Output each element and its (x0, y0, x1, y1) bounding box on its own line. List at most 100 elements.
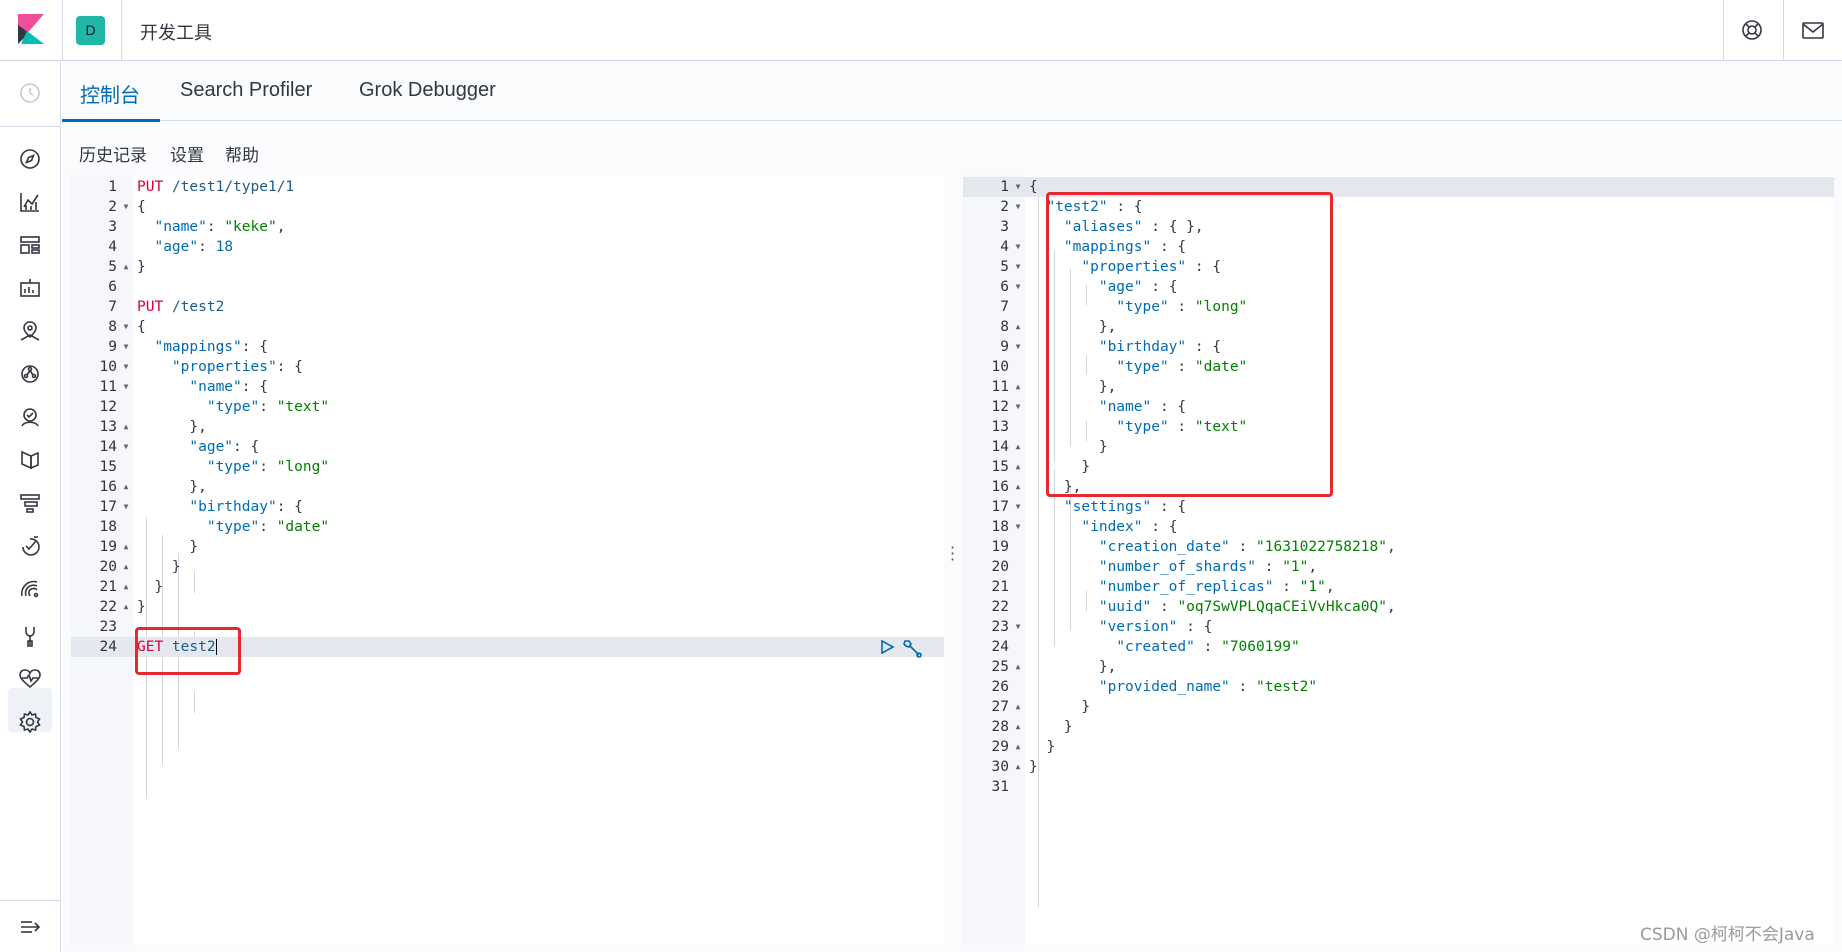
code-line: 17 ▼ "birthday": { (99, 499, 303, 515)
code-line: 9 ▼ "birthday" : { (1000, 339, 1222, 355)
ml-icon[interactable] (17, 361, 43, 387)
code-line: 24 "created" : "7060199" (991, 639, 1300, 655)
code-line: 10 ▼ "properties": { (99, 359, 303, 375)
code-line: 7 PUT /test2 (108, 299, 225, 315)
siem-icon[interactable] (17, 576, 43, 602)
code-line: 28 ▲ } (991, 719, 1073, 735)
code-line: 8 ▲ }, (1000, 319, 1117, 335)
code-line: 21 ▲ } (99, 579, 164, 595)
response-editor[interactable]: 1 ▼{ 2 ▼ "test2" : { 3 "aliases" : { }, 4 ▼… (963, 175, 1834, 945)
code-line: 3 "name": "keke", (108, 219, 286, 235)
code-line: 2 ▼{ (108, 199, 146, 215)
side-nav (0, 62, 61, 952)
code-line: 25 ▲ }, (991, 659, 1117, 675)
code-line: 6 ▼ "age" : { (1000, 279, 1178, 295)
code-line: 20 ▲ } (99, 559, 181, 575)
code-line: 31 (991, 779, 1009, 795)
devtools-tabs: 控制台 Search Profiler Grok Debugger (62, 62, 1842, 122)
space-avatar[interactable]: D (76, 16, 105, 45)
code-line: 16 ▲ }, (99, 479, 207, 495)
logs-icon[interactable] (17, 447, 43, 473)
code-line: 29 ▲ } (991, 739, 1056, 755)
code-line: 27 ▲ } (991, 699, 1091, 715)
code-line: 22 ▲} (99, 599, 146, 615)
apm-icon[interactable] (17, 490, 43, 516)
kibana-logo-icon[interactable] (18, 14, 44, 44)
code-line: 13 ▲ }, (99, 419, 207, 435)
mail-icon[interactable] (1801, 20, 1825, 42)
history-menu-item[interactable]: 历史记录 (79, 141, 147, 166)
metrics-icon[interactable] (17, 404, 43, 430)
code-line: 10 "type" : "date" (991, 359, 1248, 375)
code-line: 16 ▲ }, (991, 479, 1082, 495)
request-editor[interactable]: 1 PUT /test1/type1/1 2 ▼{ 3 "name": "keke"… (71, 175, 944, 945)
code-line: 4 ▼ "mappings" : { (1000, 239, 1187, 255)
code-line: 11 ▼ "name": { (99, 379, 268, 395)
breadcrumb[interactable]: 开发工具 (140, 19, 212, 45)
visualize-chart-icon[interactable] (17, 189, 43, 215)
code-line: 14 ▼ "age": { (99, 439, 260, 455)
code-line: 1 ▼{ (963, 177, 1834, 197)
active-code-line[interactable]: 24 GET test2 (71, 637, 944, 657)
code-line: 19 ▲ } (99, 539, 199, 555)
nav-collapse-bar (0, 900, 61, 952)
code-line: 12 ▼ "name" : { (991, 399, 1187, 415)
header-divider (62, 0, 63, 61)
nav-divider (0, 126, 61, 127)
code-line: 4 "age": 18 (108, 239, 234, 255)
header-divider (1783, 0, 1784, 61)
indent-guide (194, 691, 195, 713)
header-divider (1723, 0, 1724, 61)
discover-compass-icon[interactable] (17, 146, 43, 172)
code-line: 9 ▼ "mappings": { (108, 339, 268, 355)
top-header: D 开发工具 (0, 0, 1842, 61)
settings-menu-item[interactable]: 设置 (170, 141, 204, 166)
code-line: 19 "creation_date" : "1631022758218", (991, 539, 1396, 555)
management-gear-icon[interactable] (17, 709, 43, 735)
code-line: 30 ▲} (991, 759, 1038, 775)
tab-search-profiler[interactable]: Search Profiler (180, 79, 312, 102)
code-line: 2 ▼ "test2" : { (1000, 199, 1143, 215)
code-line: 12 "type": "text" (99, 399, 330, 415)
code-line: 21 "number_of_replicas" : "1", (991, 579, 1335, 595)
maps-icon[interactable] (17, 318, 43, 344)
help-lifebuoy-icon[interactable] (1740, 18, 1764, 42)
code-line: 3 "aliases" : { }, (1000, 219, 1204, 235)
code-line: 15 ▲ } (991, 459, 1091, 475)
code-line: 17 ▼ "settings" : { (991, 499, 1187, 515)
code-line: 5 ▼ "properties" : { (1000, 259, 1222, 275)
request-actions-wrench-icon[interactable] (901, 637, 923, 659)
dev-tools-wrench-icon[interactable] (17, 623, 43, 649)
code-line: 23 (99, 619, 117, 635)
monitoring-heart-icon[interactable] (17, 666, 43, 692)
code-line: 7 "type" : "long" (1000, 299, 1248, 315)
code-line: 18 ▼ "index" : { (991, 519, 1178, 535)
resizer-handle-icon[interactable]: · · · (950, 540, 955, 568)
collapse-menu-icon[interactable] (18, 915, 44, 939)
code-line: 8 ▼{ (108, 319, 146, 335)
tab-grok-debugger[interactable]: Grok Debugger (359, 79, 496, 102)
send-request-play-icon[interactable] (878, 638, 896, 656)
code-line: 18 "type": "date" (99, 519, 330, 535)
code-line: 11 ▲ }, (991, 379, 1117, 395)
code-line: 26 "provided_name" : "test2" (991, 679, 1318, 695)
code-line: 14 ▲ } (991, 439, 1108, 455)
response-code-lines: 1 ▼{ 2 ▼ "test2" : { 3 "aliases" : { }, 4 ▼… (963, 177, 1834, 797)
uptime-icon[interactable] (17, 533, 43, 559)
code-line: 6 (108, 279, 117, 295)
watermark: CSDN @柯柯不会Java (1640, 925, 1815, 945)
header-divider (121, 0, 122, 61)
code-line: 1 PUT /test1/type1/1 (108, 179, 295, 195)
tab-console[interactable]: 控制台 (80, 79, 140, 108)
canvas-icon[interactable] (17, 275, 43, 301)
code-line: 15 "type": "long" (99, 459, 330, 475)
code-line: 5 ▲} (108, 259, 146, 275)
code-line: 23 ▼ "version" : { (991, 619, 1213, 635)
panel-resizer[interactable]: · · · (944, 175, 963, 945)
recent-clock-icon[interactable] (17, 80, 43, 106)
code-line: 13 "type" : "text" (991, 419, 1248, 435)
help-menu-item[interactable]: 帮助 (225, 141, 259, 166)
request-code-lines: 1 PUT /test1/type1/1 2 ▼{ 3 "name": "keke"… (71, 177, 944, 657)
code-line: 22 "uuid" : "oq7SwVPLQqaCEiVvHkca0Q", (991, 599, 1396, 615)
dashboard-icon[interactable] (17, 232, 43, 258)
